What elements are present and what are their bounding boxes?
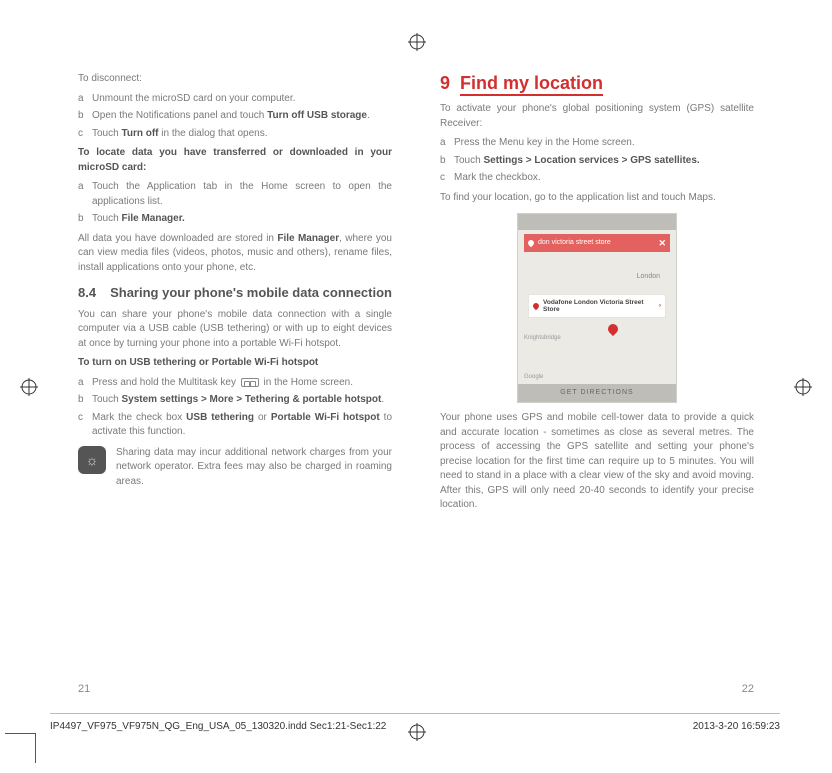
gps-lead: To activate your phone's global position…	[440, 102, 754, 131]
chapter-9-heading: 9Find my location	[440, 70, 754, 96]
city-label: London	[637, 272, 660, 282]
district-label: Knightsbridge	[524, 334, 561, 343]
indd-filename: IP4497_VF975_VF975N_QG_Eng_USA_05_130320…	[50, 721, 386, 732]
place-name: Vodafone London Victoria Street Store	[543, 299, 655, 313]
pin-icon	[532, 302, 540, 310]
registration-mark-top	[408, 33, 426, 51]
r-a: Press the Menu key in the Home screen.	[454, 136, 754, 151]
section-8-4-heading: 8.4Sharing your phone's mobile data conn…	[78, 285, 392, 302]
find-location-line: To find your location, go to the applica…	[440, 191, 754, 206]
note-row: Sharing data may incur additional networ…	[78, 446, 392, 490]
locate-list: aTouch the Application tab in the Home s…	[78, 180, 392, 227]
indd-timestamp: 2013-3-20 16:59:23	[693, 721, 780, 732]
multitask-key-icon	[241, 378, 259, 387]
google-attribution: Google	[524, 373, 543, 382]
share-para: You can share your phone's mobile data c…	[78, 308, 392, 352]
search-text: don victoria street store	[538, 238, 611, 248]
get-directions-button: GET DIRECTIONS	[518, 384, 676, 402]
close-icon: ✕	[658, 237, 666, 250]
gps-list: aPress the Menu key in the Home screen. …	[440, 136, 754, 186]
place-card: Vodafone London Victoria Street Store ›	[528, 294, 666, 318]
right-column: 9Find my location To activate your phone…	[440, 70, 754, 518]
left-column: To disconnect: aUnmount the microSD card…	[78, 70, 392, 518]
l-a: Unmount the microSD card on your compute…	[92, 92, 392, 107]
pin-icon	[527, 239, 535, 247]
disconnect-lead: To disconnect:	[78, 72, 392, 87]
l2-a: Touch the Application tab in the Home sc…	[92, 180, 392, 209]
locate-subhead: To locate data you have transferred or d…	[78, 146, 392, 175]
disconnect-list: aUnmount the microSD card on your comput…	[78, 92, 392, 142]
hotspot-list: aPress and hold the Multitask key in the…	[78, 376, 392, 440]
l3-b: Touch System settings > More > Tethering…	[92, 393, 392, 408]
l-b: Open the Notifications panel and touch T…	[92, 109, 392, 124]
filemanager-para: All data you have downloaded are stored …	[78, 232, 392, 276]
gps-explain-para: Your phone uses GPS and mobile cell-towe…	[440, 411, 754, 513]
registration-mark-left	[20, 378, 38, 396]
map-marker-icon	[606, 322, 620, 336]
hotspot-subhead: To turn on USB tethering or Portable Wi-…	[78, 356, 392, 371]
content-columns: To disconnect: aUnmount the microSD card…	[78, 70, 754, 518]
l3-c: Mark the check box USB tethering or Port…	[92, 411, 392, 440]
r-c: Mark the checkbox.	[454, 171, 754, 186]
map-search-bar: don victoria street store ✕	[524, 234, 670, 252]
lightbulb-icon	[78, 446, 106, 474]
l3-a: Press and hold the Multitask key in the …	[92, 376, 392, 391]
registration-mark-right	[794, 378, 812, 396]
page-number-left: 21	[78, 683, 90, 695]
page-number-right: 22	[742, 683, 754, 695]
l-c: Touch Turn off in the dialog that opens.	[92, 127, 392, 142]
imposition-footer: IP4497_VF975_VF975N_QG_Eng_USA_05_130320…	[50, 713, 780, 735]
r-b: Touch Settings > Location services > GPS…	[454, 154, 754, 169]
maps-screenshot: don victoria street store ✕ London Vodaf…	[517, 213, 677, 403]
l2-b: Touch File Manager.	[92, 212, 392, 227]
note-text: Sharing data may incur additional networ…	[116, 446, 392, 490]
status-bar	[518, 214, 676, 230]
chevron-right-icon: ›	[659, 301, 661, 310]
